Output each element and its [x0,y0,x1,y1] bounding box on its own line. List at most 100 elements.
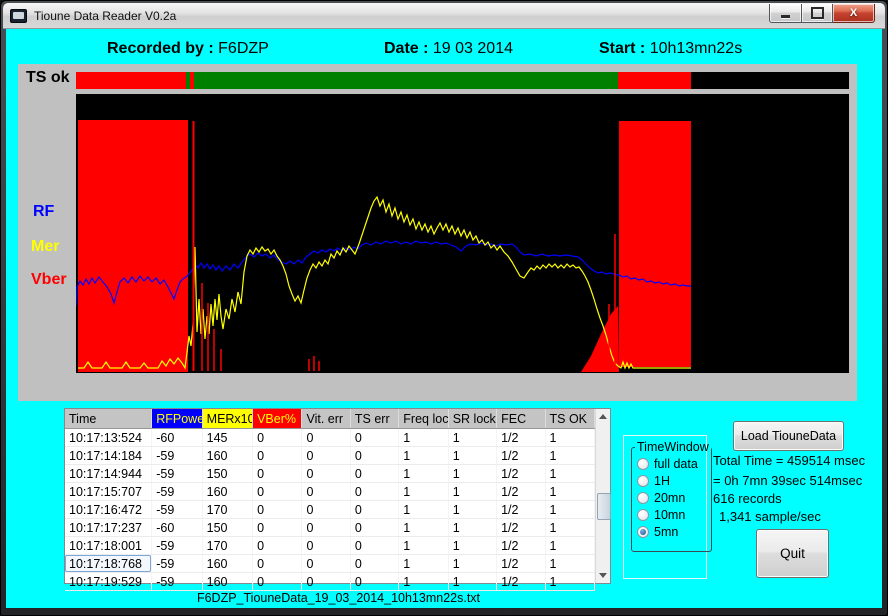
table-cell[interactable]: 0 [350,555,398,573]
timewindow-option-5mn[interactable]: 5mn [637,523,711,540]
maximize-button[interactable] [801,4,833,23]
table-cell[interactable]: 1 [545,537,594,555]
table-row[interactable]: 10:17:17:237-60150000111/21 [65,519,595,537]
table-cell[interactable]: 10:17:13:524 [65,429,152,447]
table-cell[interactable]: 0 [253,501,302,519]
table-cell[interactable]: 0 [350,573,398,591]
table-cell[interactable]: 0 [302,483,350,501]
radio-icon[interactable] [637,458,649,470]
table-cell[interactable]: -60 [152,429,202,447]
table-cell[interactable]: 10:17:14:184 [65,447,152,465]
radio-icon[interactable] [637,526,649,538]
column-header-freq-lock[interactable]: Freq lock [399,409,448,429]
table-cell[interactable]: 1 [545,447,594,465]
table-cell[interactable]: 0 [302,501,350,519]
close-button[interactable]: X [833,4,875,23]
minimize-button[interactable] [769,4,801,23]
records-grid[interactable]: TimeRFPowerMERx10VBer%Vit. errTS errFreq… [65,409,595,591]
table-cell[interactable]: 0 [302,465,350,483]
table-cell[interactable]: 0 [350,483,398,501]
table-cell[interactable]: 1 [545,429,594,447]
table-cell[interactable]: 0 [253,537,302,555]
column-header-vber-[interactable]: VBer% [253,409,302,429]
table-cell[interactable]: -59 [152,537,202,555]
table-row[interactable]: 10:17:18:768-59160000111/21 [65,555,595,573]
table-cell[interactable]: -59 [152,483,202,501]
table-cell[interactable]: 160 [202,447,252,465]
table-row[interactable]: 10:17:13:524-60145000111/21 [65,429,595,447]
table-cell[interactable]: 0 [350,519,398,537]
column-header-time[interactable]: Time [65,409,152,429]
table-cell[interactable]: 0 [302,573,350,591]
radio-icon[interactable] [637,492,649,504]
table-row[interactable]: 10:17:19:529-59160000111/21 [65,573,595,591]
table-cell[interactable]: 10:17:16:472 [65,501,152,519]
table-cell[interactable]: 170 [202,501,252,519]
table-cell[interactable]: 0 [302,519,350,537]
table-cell[interactable]: -59 [152,501,202,519]
scroll-down-button[interactable] [596,568,610,583]
table-cell[interactable]: 1 [399,429,448,447]
table-cell[interactable]: 0 [302,447,350,465]
table-cell[interactable]: 1/2 [497,429,545,447]
table-cell[interactable]: 1 [545,501,594,519]
table-cell[interactable]: 1 [399,519,448,537]
table-cell[interactable]: 1 [448,429,496,447]
table-cell[interactable]: 1 [448,447,496,465]
column-header-merx10[interactable]: MERx10 [202,409,252,429]
table-cell[interactable]: 160 [202,573,252,591]
radio-icon[interactable] [637,475,649,487]
table-cell[interactable]: -59 [152,555,202,573]
table-cell[interactable]: 145 [202,429,252,447]
table-cell[interactable]: -59 [152,573,202,591]
table-cell[interactable]: 0 [350,465,398,483]
table-cell[interactable]: 1 [448,501,496,519]
table-cell[interactable]: 150 [202,519,252,537]
table-cell[interactable]: 160 [202,555,252,573]
table-cell[interactable]: 0 [302,537,350,555]
column-header-sr-lock[interactable]: SR lock [448,409,496,429]
table-cell[interactable]: 1/2 [497,555,545,573]
table-cell[interactable]: -60 [152,519,202,537]
table-cell[interactable]: 0 [302,429,350,447]
table-cell[interactable]: 1 [399,537,448,555]
table-cell[interactable]: 10:17:18:001 [65,537,152,555]
table-cell[interactable]: 170 [202,537,252,555]
column-header-ts-err[interactable]: TS err [350,409,398,429]
table-cell[interactable]: -59 [152,465,202,483]
table-row[interactable]: 10:17:14:184-59160000111/21 [65,447,595,465]
table-cell[interactable]: 1 [545,465,594,483]
table-cell[interactable]: -59 [152,447,202,465]
titlebar[interactable]: Tioune Data Reader V0.2a X [3,3,885,29]
table-cell[interactable]: 10:17:19:529 [65,573,152,591]
table-cell[interactable]: 0 [350,447,398,465]
table-cell[interactable]: 1 [545,519,594,537]
scrollbar-thumb[interactable] [597,493,611,520]
table-cell[interactable]: 0 [350,501,398,519]
table-cell[interactable]: 1 [545,483,594,501]
table-cell[interactable]: 10:17:15:707 [65,483,152,501]
table-cell[interactable]: 150 [202,465,252,483]
table-cell[interactable]: 1 [448,555,496,573]
table-cell[interactable]: 1 [448,537,496,555]
quit-button[interactable]: Quit [756,529,829,578]
table-cell[interactable]: 0 [302,555,350,573]
load-tiounedata-button[interactable]: Load TiouneData [733,421,844,451]
table-row[interactable]: 10:17:15:707-59160000111/21 [65,483,595,501]
table-cell[interactable]: 10:17:14:944 [65,465,152,483]
table-cell[interactable]: 1/2 [497,447,545,465]
table-cell[interactable]: 1/2 [497,519,545,537]
table-cell[interactable]: 0 [253,555,302,573]
table-cell[interactable]: 1/2 [497,465,545,483]
table-cell[interactable]: 1 [399,447,448,465]
column-header-vit-err[interactable]: Vit. err [302,409,350,429]
table-cell[interactable]: 1 [448,465,496,483]
table-cell[interactable]: 1 [399,555,448,573]
timewindow-option-1H[interactable]: 1H [637,472,711,489]
table-cell[interactable]: 1/2 [497,501,545,519]
table-cell[interactable]: 0 [253,573,302,591]
table-cell[interactable]: 1/2 [497,483,545,501]
table-cell[interactable]: 0 [253,519,302,537]
column-header-rfpower[interactable]: RFPower [152,409,202,429]
radio-icon[interactable] [637,509,649,521]
